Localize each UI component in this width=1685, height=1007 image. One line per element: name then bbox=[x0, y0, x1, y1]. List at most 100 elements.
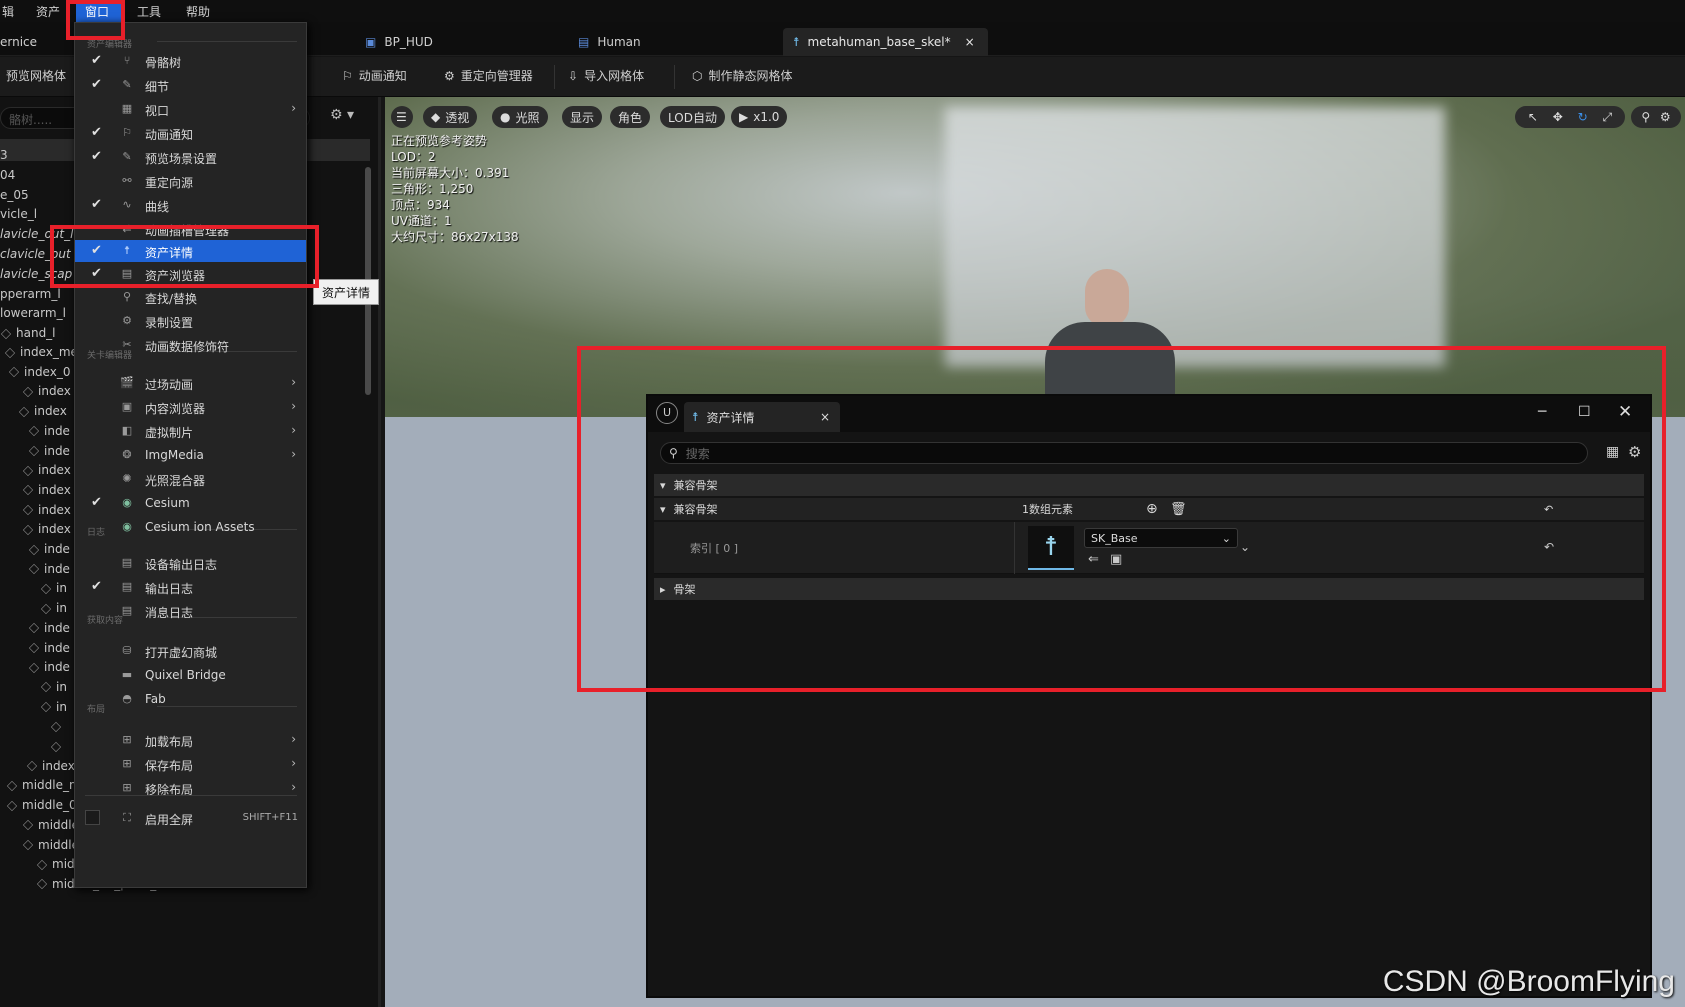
record-icon: ⚙ bbox=[122, 314, 132, 327]
tree-row[interactable]: index bbox=[22, 483, 71, 502]
menu-divider bbox=[85, 795, 297, 796]
tree-row[interactable]: index_0 bbox=[8, 365, 70, 384]
menu-tools[interactable]: 工具 bbox=[137, 3, 161, 20]
menu-item-layout[interactable]: ⊞ 保存布局 › bbox=[75, 753, 306, 775]
tree-row[interactable]: inde bbox=[28, 641, 70, 660]
tree-row[interactable]: index bbox=[18, 404, 67, 423]
tab-bp-hud[interactable]: ▣ BP_HUD bbox=[365, 28, 433, 56]
menu-item-cesium[interactable]: ✔ ◉ Cesium bbox=[75, 492, 306, 514]
menu-item-retarget[interactable]: ⚯ 重定向源 bbox=[75, 170, 306, 192]
menu-item-cinematic[interactable]: 🎬 过场动画 › bbox=[75, 372, 306, 394]
menu-item-fab[interactable]: ◓ Fab bbox=[75, 688, 306, 710]
tree-row[interactable]: in bbox=[40, 601, 67, 620]
menu-item-notify[interactable]: ✔ ⚐ 动画通知 bbox=[75, 122, 306, 144]
settings-gear-icon[interactable]: ⚙ ▾ bbox=[330, 107, 354, 123]
tree-row[interactable]: inde bbox=[28, 621, 70, 640]
pencil-icon: ✎ bbox=[122, 78, 132, 91]
tree-row[interactable]: inde bbox=[28, 562, 70, 581]
menu-item-pencil[interactable]: ✔ ✎ 细节 bbox=[75, 74, 306, 96]
menu-item-label: 过场动画 bbox=[145, 378, 194, 392]
pill-label: 光照 bbox=[515, 110, 540, 125]
menu-item-label: 视口 bbox=[145, 104, 170, 118]
tab-human[interactable]: ▤ Human bbox=[578, 28, 641, 56]
menu-edit[interactable]: 辑 bbox=[2, 3, 14, 20]
tree-row[interactable]: 3 bbox=[0, 148, 8, 167]
tree-row[interactable]: index_me bbox=[4, 345, 78, 364]
menu-item-viewport[interactable]: ▦ 视口 › bbox=[75, 98, 306, 120]
tree-row[interactable]: inde bbox=[28, 424, 70, 443]
tree-row[interactable]: 04 bbox=[0, 168, 15, 187]
menu-item-fullscreen[interactable]: ⛶ 启用全屏 SHIFT+F11 bbox=[75, 807, 306, 829]
tree-row[interactable] bbox=[50, 739, 66, 758]
lighting-button[interactable]: ● 光照 bbox=[492, 106, 548, 128]
tree-row[interactable]: inde bbox=[28, 542, 70, 561]
menu-help[interactable]: 帮助 bbox=[186, 3, 210, 20]
menu-item-log[interactable]: ▤ 消息日志 bbox=[75, 600, 306, 622]
close-icon[interactable]: × bbox=[965, 35, 975, 49]
menu-item-record[interactable]: ⚙ 录制设置 bbox=[75, 310, 306, 332]
select-icon[interactable]: ↖ bbox=[1528, 110, 1538, 124]
checkmark-icon: ✔ bbox=[91, 197, 102, 212]
tree-row[interactable]: inde bbox=[28, 660, 70, 679]
tab-ernice[interactable]: ernice bbox=[0, 28, 37, 56]
menu-item-content[interactable]: ▣ 内容浏览器 › bbox=[75, 396, 306, 418]
menu-item-bridge[interactable]: ▬ Quixel Bridge bbox=[75, 664, 306, 686]
viewport-extra-tools[interactable]: ⚲ ⚙ bbox=[1631, 106, 1681, 128]
viewport-menu-button[interactable]: ☰ bbox=[391, 106, 413, 128]
tree-row[interactable]: lowerarm_l bbox=[0, 306, 66, 325]
toolbar-divider bbox=[674, 65, 675, 89]
tree-row[interactable]: index bbox=[22, 503, 71, 522]
tree-row[interactable]: index bbox=[22, 463, 71, 482]
tree-row[interactable]: pperarm_l bbox=[0, 287, 61, 306]
tree-row[interactable]: index bbox=[22, 522, 71, 541]
import-mesh-button[interactable]: ⇩ 导入网格体 bbox=[568, 67, 644, 84]
bone-name: in bbox=[56, 699, 67, 714]
move-icon[interactable]: ✥ bbox=[1553, 110, 1563, 124]
show-button[interactable]: 显示 bbox=[562, 106, 603, 128]
menu-item-store[interactable]: ⛁ 打开虚幻商城 bbox=[75, 640, 306, 662]
menu-item-log[interactable]: ▤ 设备输出日志 bbox=[75, 552, 306, 574]
tree-row[interactable]: in bbox=[40, 581, 67, 600]
splitter[interactable] bbox=[378, 97, 381, 1007]
menu-item-log[interactable]: ✔ ▤ 输出日志 bbox=[75, 576, 306, 598]
tree-row[interactable] bbox=[50, 719, 66, 738]
make-static-mesh-button[interactable]: ⬡ 制作静态网格体 bbox=[692, 67, 793, 84]
tree-row[interactable]: index bbox=[22, 384, 71, 403]
playback-speed-button[interactable]: ▶ x1.0 bbox=[731, 106, 788, 128]
tree-row[interactable]: e_05 bbox=[0, 188, 29, 207]
anim-notify-button[interactable]: ⚐ 动画通知 bbox=[342, 67, 407, 84]
tree-row[interactable]: vicle_l bbox=[0, 207, 37, 226]
lod-button[interactable]: LOD自动 bbox=[660, 106, 725, 128]
menu-item-light[interactable]: ✺ 光照混合器 bbox=[75, 468, 306, 490]
menu-item-cesium[interactable]: ◉ Cesium ion Assets bbox=[75, 516, 306, 538]
perspective-button[interactable]: ◆ 透视 bbox=[423, 106, 478, 128]
character-button[interactable]: 角色 bbox=[610, 106, 651, 128]
tree-row[interactable]: inde bbox=[28, 444, 70, 463]
checkbox[interactable] bbox=[85, 810, 100, 825]
scale-icon[interactable]: ⤢ bbox=[1602, 110, 1612, 125]
shortcut-label: SHIFT+F11 bbox=[242, 812, 298, 823]
menu-item-tree[interactable]: ✔ ⑂ 骨骼树 bbox=[75, 50, 306, 72]
bone-name: index bbox=[38, 522, 71, 537]
menu-item-search[interactable]: ⚲ 查找/替换 bbox=[75, 286, 306, 308]
pill-label: 角色 bbox=[618, 110, 643, 125]
menu-item-media[interactable]: ❂ ImgMedia › bbox=[75, 444, 306, 466]
media-icon: ❂ bbox=[122, 448, 132, 461]
rotate-icon[interactable]: ↻ bbox=[1578, 110, 1588, 124]
tree-row[interactable]: in bbox=[40, 680, 67, 699]
menu-asset[interactable]: 资产 bbox=[36, 3, 60, 20]
transform-tools[interactable]: ↖ ✥ ↻ ⤢ bbox=[1515, 106, 1625, 128]
camera-icon[interactable]: ⚲ bbox=[1641, 110, 1650, 124]
retarget-manager-button[interactable]: ⚙ 重定向管理器 bbox=[444, 67, 533, 84]
preview-mesh-button[interactable]: 预览网格体 bbox=[6, 67, 66, 84]
menu-item-layout[interactable]: ⊞ 加载布局 › bbox=[75, 729, 306, 751]
bone-name: vicle_l bbox=[0, 207, 38, 222]
tree-row[interactable]: hand_l bbox=[0, 326, 56, 345]
menu-item-vp[interactable]: ◧ 虚拟制片 › bbox=[75, 420, 306, 442]
snap-icon[interactable]: ⚙ bbox=[1660, 110, 1671, 124]
tab-skeleton[interactable]: ☨ metahuman_base_skel* × bbox=[783, 28, 988, 56]
tree-row[interactable]: in bbox=[40, 700, 67, 719]
menu-item-modifier[interactable]: ✂ 动画数据修饰符 bbox=[75, 334, 306, 356]
menu-item-scene[interactable]: ✔ ✎ 预览场景设置 bbox=[75, 146, 306, 168]
menu-item-curve[interactable]: ✔ ∿ 曲线 bbox=[75, 194, 306, 216]
